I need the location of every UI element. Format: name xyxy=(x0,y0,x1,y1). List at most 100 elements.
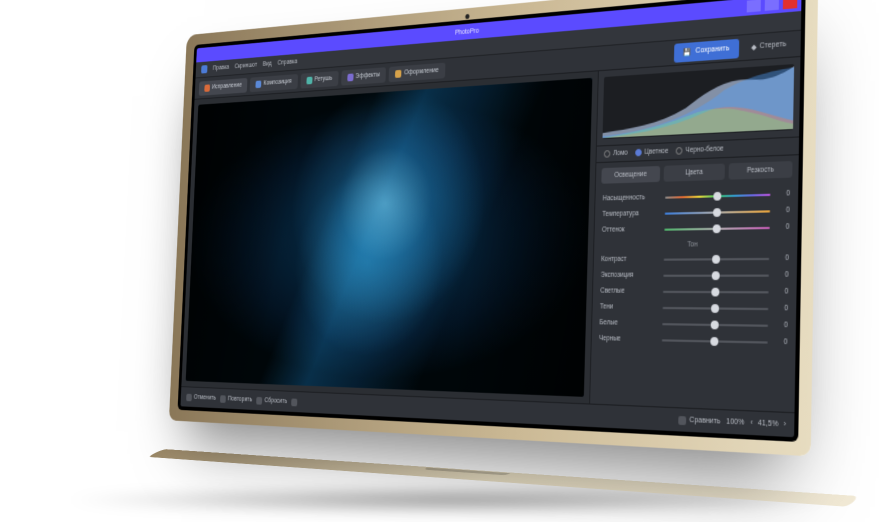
slider-knob[interactable] xyxy=(710,337,718,346)
compare-button[interactable]: Сравнить xyxy=(679,415,721,426)
quick-colors[interactable]: Цвета xyxy=(664,164,725,182)
minimize-button[interactable] xyxy=(747,0,761,12)
slider-knob[interactable] xyxy=(712,224,720,233)
compare-icon xyxy=(679,415,687,424)
slider-Экспозиция[interactable]: Экспозиция 0 xyxy=(601,267,789,284)
zoom-readout[interactable]: 100% xyxy=(726,418,744,427)
filter-bw[interactable]: Черно-белое xyxy=(676,145,724,155)
save-icon: 💾 xyxy=(683,47,692,56)
screen-chassis: PhotoPro Правка Скриншот Вид Справка Исп xyxy=(169,0,818,456)
slider-track[interactable] xyxy=(664,227,769,231)
filter-mode-row: Ломо Цветное Черно-белое xyxy=(596,136,799,163)
slider-knob[interactable] xyxy=(710,320,718,329)
tab-retouch[interactable]: Ретушь xyxy=(300,70,338,88)
sliders-area: Насыщенность0Температура0Оттенок0ТонКонт… xyxy=(590,183,798,412)
slider-Температура[interactable]: Температура0 xyxy=(602,202,790,222)
app-logo-icon xyxy=(201,65,207,73)
slider-track[interactable] xyxy=(662,339,768,343)
undo-button[interactable]: Отменить xyxy=(186,393,216,402)
tab-correction[interactable]: Исправление xyxy=(199,77,248,95)
menu-screenshot[interactable]: Скриншот xyxy=(234,62,257,70)
slider-track[interactable] xyxy=(663,290,769,293)
tone-heading: Тон xyxy=(601,240,789,250)
slider-label: Белые xyxy=(599,319,657,327)
slider-track[interactable] xyxy=(664,258,770,261)
reset-button[interactable]: Сбросить xyxy=(256,396,287,405)
slider-label: Тени xyxy=(600,303,658,311)
brush-icon xyxy=(291,398,297,406)
main-area: Ломо Цветное Черно-белое Освещение Цвета… xyxy=(181,57,800,412)
slider-knob[interactable] xyxy=(712,255,720,264)
tab-frame[interactable]: Оформление xyxy=(389,62,446,82)
close-button[interactable] xyxy=(783,0,797,9)
effects-icon xyxy=(347,73,353,81)
slider-label: Контраст xyxy=(601,256,659,264)
clear-button[interactable]: ◆Стереть xyxy=(743,34,795,57)
slider-value: 0 xyxy=(775,190,790,198)
reset-icon xyxy=(256,396,262,404)
slider-knob[interactable] xyxy=(711,304,719,313)
app-window: PhotoPro Правка Скриншот Вид Справка Исп xyxy=(180,0,801,437)
tab-composition[interactable]: Композиция xyxy=(250,74,298,92)
slider-value: 0 xyxy=(773,305,788,313)
slider-value: 0 xyxy=(773,338,788,346)
webcam xyxy=(465,14,469,19)
slider-value: 0 xyxy=(774,288,789,296)
slider-track[interactable] xyxy=(663,274,769,276)
adjust-panel: Ломо Цветное Черно-белое Освещение Цвета… xyxy=(589,57,800,412)
image-canvas[interactable] xyxy=(186,78,593,397)
slider-label: Насыщенность xyxy=(603,194,661,203)
slider-track[interactable] xyxy=(663,307,769,310)
slider-Светлые[interactable]: Светлые 0 xyxy=(600,283,788,300)
slider-label: Светлые xyxy=(600,288,658,296)
slider-knob[interactable] xyxy=(711,271,719,280)
filter-color[interactable]: Цветное xyxy=(635,148,668,157)
frame-icon xyxy=(395,69,402,77)
tab-effects[interactable]: Эффекты xyxy=(341,67,387,85)
slider-Контраст[interactable]: Контраст 0 xyxy=(601,250,789,267)
hinge-notch xyxy=(423,468,510,476)
slider-track[interactable] xyxy=(665,193,770,198)
slider-track[interactable] xyxy=(665,210,770,214)
quick-sharp[interactable]: Резкость xyxy=(729,161,793,180)
histogram xyxy=(602,64,794,139)
brush-button[interactable] xyxy=(291,398,297,406)
slider-label: Оттенок xyxy=(602,226,660,234)
quick-tabs: Освещение Цвета Резкость xyxy=(596,155,799,189)
redo-icon xyxy=(220,395,226,403)
slider-value: 0 xyxy=(774,271,789,279)
slider-track[interactable] xyxy=(662,323,768,327)
slider-Тени[interactable]: Тени 0 xyxy=(600,299,788,317)
maximize-button[interactable] xyxy=(765,0,779,11)
retouch-icon xyxy=(306,76,312,84)
slider-value: 0 xyxy=(773,322,788,330)
eraser-icon: ◆ xyxy=(751,42,757,51)
slider-value: 0 xyxy=(774,255,789,263)
redo-button[interactable]: Повторить xyxy=(220,395,252,404)
slider-label: Экспозиция xyxy=(601,272,659,280)
slider-label: Температура xyxy=(602,210,660,219)
chevron-right-icon: › xyxy=(783,421,786,429)
correction-icon xyxy=(204,84,210,92)
composition-icon xyxy=(256,80,262,88)
quick-light[interactable]: Освещение xyxy=(601,166,660,184)
menu-edit[interactable]: Правка xyxy=(213,64,229,72)
ice-cave-image xyxy=(186,78,593,397)
undo-icon xyxy=(186,393,192,401)
slider-Белые[interactable]: Белые 0 xyxy=(599,315,787,334)
filter-lomo[interactable]: Ломо xyxy=(604,149,628,158)
slider-knob[interactable] xyxy=(711,287,719,296)
slider-Насыщенность[interactable]: Насыщенность 0 xyxy=(603,186,791,207)
menu-help[interactable]: Справка xyxy=(277,58,297,66)
slider-knob[interactable] xyxy=(713,208,721,217)
slider-knob[interactable] xyxy=(713,192,721,201)
fit-readout[interactable]: ‹41,5%› xyxy=(750,419,786,429)
app-title: PhotoPro xyxy=(455,27,479,36)
slider-Оттенок[interactable]: Оттенок 0 xyxy=(602,219,790,238)
slider-value: 0 xyxy=(775,223,790,231)
laptop-mockup: PhotoPro Правка Скриншот Вид Справка Исп xyxy=(167,0,818,502)
save-button[interactable]: 💾Сохранить xyxy=(674,38,740,62)
menu-view[interactable]: Вид xyxy=(263,61,272,68)
slider-Черные[interactable]: Черные0 xyxy=(599,331,788,351)
chevron-left-icon: ‹ xyxy=(750,419,753,427)
